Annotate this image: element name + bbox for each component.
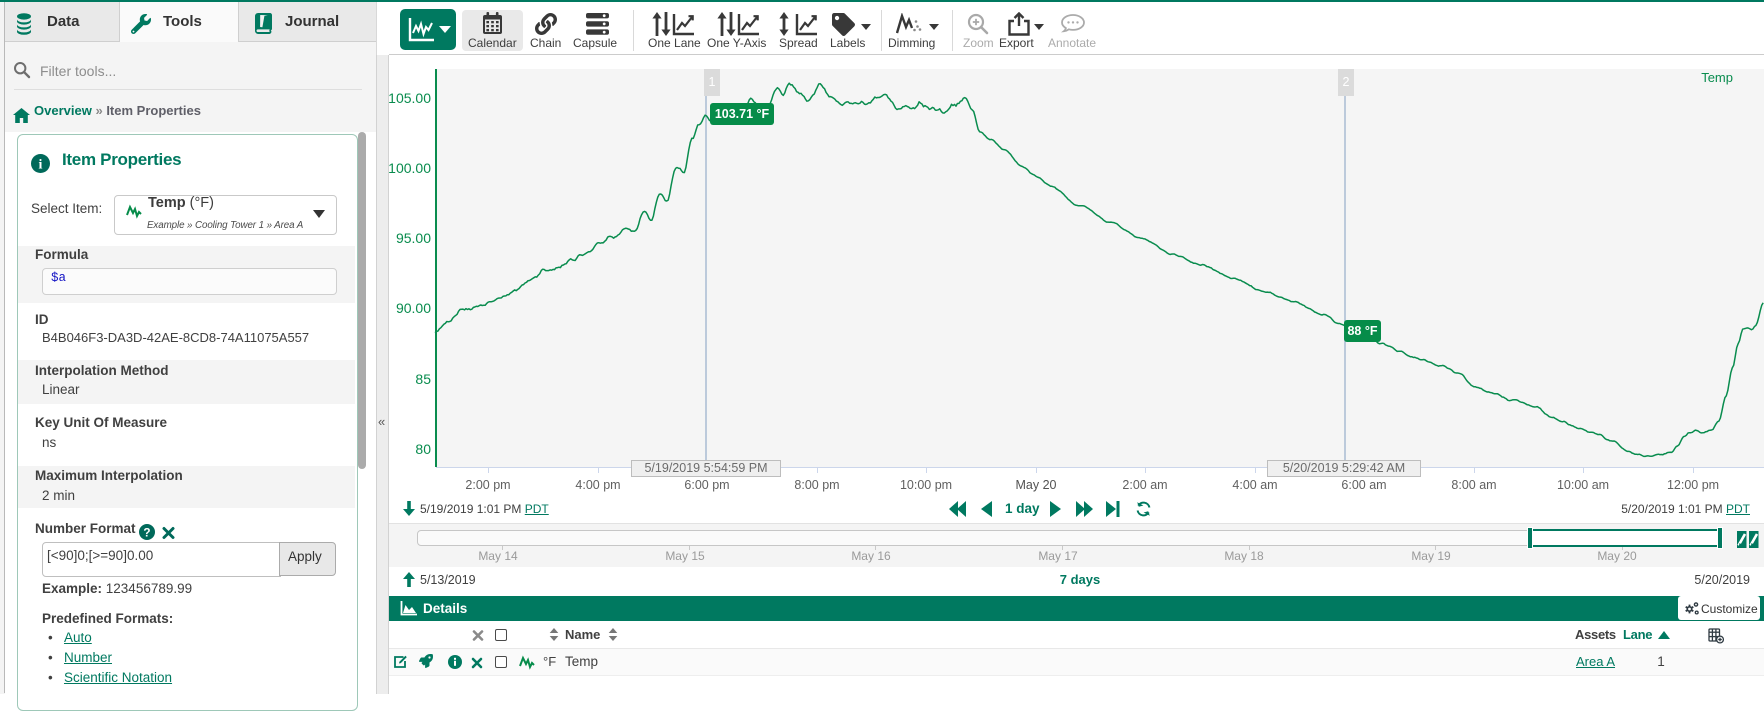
svg-text:i: i bbox=[39, 158, 43, 173]
svg-text:?: ? bbox=[143, 526, 150, 539]
